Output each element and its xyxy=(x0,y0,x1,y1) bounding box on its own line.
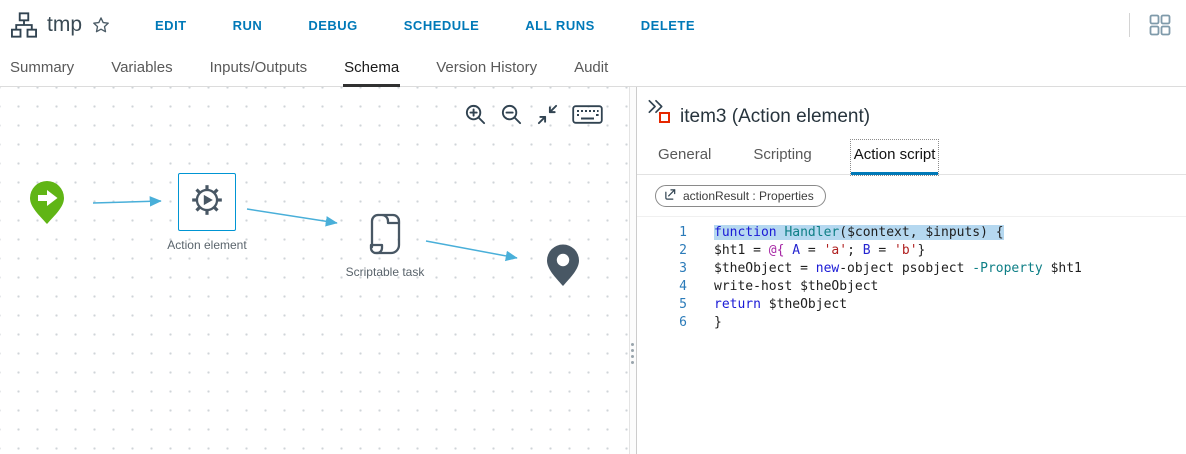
code-text: $theObject = new-object psobject -Proper… xyxy=(714,261,1082,276)
zoom-in-icon[interactable] xyxy=(464,103,487,126)
code-token: -Property xyxy=(972,261,1043,276)
code-token: $ht1 xyxy=(1042,261,1082,276)
all-runs-button[interactable]: ALL RUNS xyxy=(525,18,594,33)
code-text: write-host $theObject xyxy=(714,279,878,294)
code-line[interactable]: 4 write-host $theObject xyxy=(637,278,1186,296)
code-token: $theObject = xyxy=(714,261,816,276)
code-token: ($context, $inputs) { xyxy=(839,225,1004,240)
debug-button[interactable]: DEBUG xyxy=(308,18,357,33)
workflow-edges xyxy=(92,196,518,262)
content-area: Action element Scriptable task item3 (Ac… xyxy=(0,87,1186,454)
workflow-title: tmp xyxy=(47,13,83,36)
tab-variables[interactable]: Variables xyxy=(110,50,173,87)
code-token: = xyxy=(800,243,824,258)
binding-chip-label: actionResult : Properties xyxy=(683,189,814,203)
code-token: @{ xyxy=(768,243,785,258)
tab-action-script[interactable]: Action script xyxy=(849,139,940,176)
action-element-label: Action element xyxy=(167,238,247,252)
topbar-divider xyxy=(1129,13,1130,37)
code-text: $ht1 = @{ A = 'a'; B = 'b'} xyxy=(714,243,925,258)
code-line[interactable]: 5 return $theObject xyxy=(637,296,1186,314)
inspector-header: item3 (Action element) xyxy=(659,106,1186,128)
code-token: A xyxy=(792,243,801,258)
tab-schema[interactable]: Schema xyxy=(343,50,401,87)
schema-canvas[interactable]: Action element Scriptable task xyxy=(0,87,629,454)
tab-general[interactable]: General xyxy=(655,140,714,175)
zoom-out-icon[interactable] xyxy=(500,103,523,126)
end-node[interactable] xyxy=(543,241,583,293)
schedule-button[interactable]: SCHEDULE xyxy=(404,18,480,33)
topbar: tmp EDIT RUN DEBUG SCHEDULE ALL RUNS DEL… xyxy=(0,0,1186,50)
start-node[interactable] xyxy=(26,178,68,231)
code-token: ; xyxy=(847,243,863,258)
line-number: 4 xyxy=(679,279,687,294)
code-token: function xyxy=(714,225,777,240)
line-number: 5 xyxy=(679,297,687,312)
code-token: } xyxy=(714,315,722,330)
element-inspector-panel: item3 (Action element) General Scripting… xyxy=(637,87,1186,454)
inspector-title: item3 (Action element) xyxy=(680,106,871,127)
splitter-grip-icon xyxy=(631,343,634,364)
run-button[interactable]: RUN xyxy=(233,18,263,33)
tab-audit[interactable]: Audit xyxy=(573,50,609,87)
tab-scripting[interactable]: Scripting xyxy=(750,140,814,175)
edit-button[interactable]: EDIT xyxy=(155,18,187,33)
code-token: -object psobject xyxy=(839,261,973,276)
action-element-selection-box xyxy=(178,173,236,231)
layout-grid-icon[interactable] xyxy=(1148,13,1172,37)
bindings-row: actionResult : Properties xyxy=(637,175,1186,217)
line-number: 1 xyxy=(679,225,687,240)
action-element-node[interactable] xyxy=(178,173,236,231)
inspector-tabbar: General Scripting Action script xyxy=(637,128,1186,176)
code-token: = xyxy=(870,243,895,258)
code-token: new xyxy=(815,261,840,276)
code-token: B xyxy=(862,243,871,258)
scriptable-task-label: Scriptable task xyxy=(345,265,425,279)
fit-to-screen-icon[interactable] xyxy=(536,103,559,126)
code-token: return xyxy=(714,297,761,312)
delete-button[interactable]: DELETE xyxy=(641,18,695,33)
code-token: 'a' xyxy=(823,243,848,258)
code-token: Handler xyxy=(784,225,840,240)
code-text: } xyxy=(714,315,722,330)
tab-summary[interactable]: Summary xyxy=(9,50,75,87)
line-number: 2 xyxy=(679,243,687,258)
code-token: write-host $theObject xyxy=(714,279,879,294)
gear-play-icon xyxy=(189,182,225,223)
favorite-star-icon[interactable] xyxy=(91,15,111,35)
tab-inputs-outputs[interactable]: Inputs/Outputs xyxy=(209,50,309,87)
code-line[interactable]: 2 $ht1 = @{ A = 'a'; B = 'b'} xyxy=(637,242,1186,260)
code-token: } xyxy=(917,243,926,258)
line-number: 3 xyxy=(679,261,687,276)
code-editor[interactable]: 1 function Handler($context, $inputs) { 2 $… xyxy=(637,217,1186,332)
collapse-panel-icon[interactable] xyxy=(646,98,665,115)
keyboard-shortcuts-icon[interactable] xyxy=(572,104,603,125)
canvas-zoom-toolbar xyxy=(464,103,603,126)
code-line[interactable]: 3 $theObject = new-object psobject -Prope… xyxy=(637,260,1186,278)
code-line[interactable]: 1 function Handler($context, $inputs) { xyxy=(637,224,1186,242)
workflow-actions-menu: EDIT RUN DEBUG SCHEDULE ALL RUNS DELETE xyxy=(155,18,695,33)
code-line[interactable]: 6} xyxy=(637,314,1186,332)
code-token: $ht1 = xyxy=(714,243,769,258)
workflow-tabbar: Summary Variables Inputs/Outputs Schema … xyxy=(0,50,1186,87)
code-token: 'b' xyxy=(894,243,918,258)
code-text: return $theObject xyxy=(714,297,847,312)
binding-icon xyxy=(664,188,677,204)
workflow-editor-app: tmp EDIT RUN DEBUG SCHEDULE ALL RUNS DEL… xyxy=(0,0,1186,454)
code-text: function Handler($context, $inputs) { xyxy=(714,225,1004,240)
workflow-icon xyxy=(10,11,38,39)
scriptable-task-node[interactable] xyxy=(364,209,404,264)
action-result-binding-chip[interactable]: actionResult : Properties xyxy=(655,185,826,207)
panel-splitter[interactable] xyxy=(629,87,637,454)
code-token: $theObject xyxy=(760,297,848,312)
line-number: 6 xyxy=(679,315,687,330)
tab-version-history[interactable]: Version History xyxy=(435,50,538,87)
